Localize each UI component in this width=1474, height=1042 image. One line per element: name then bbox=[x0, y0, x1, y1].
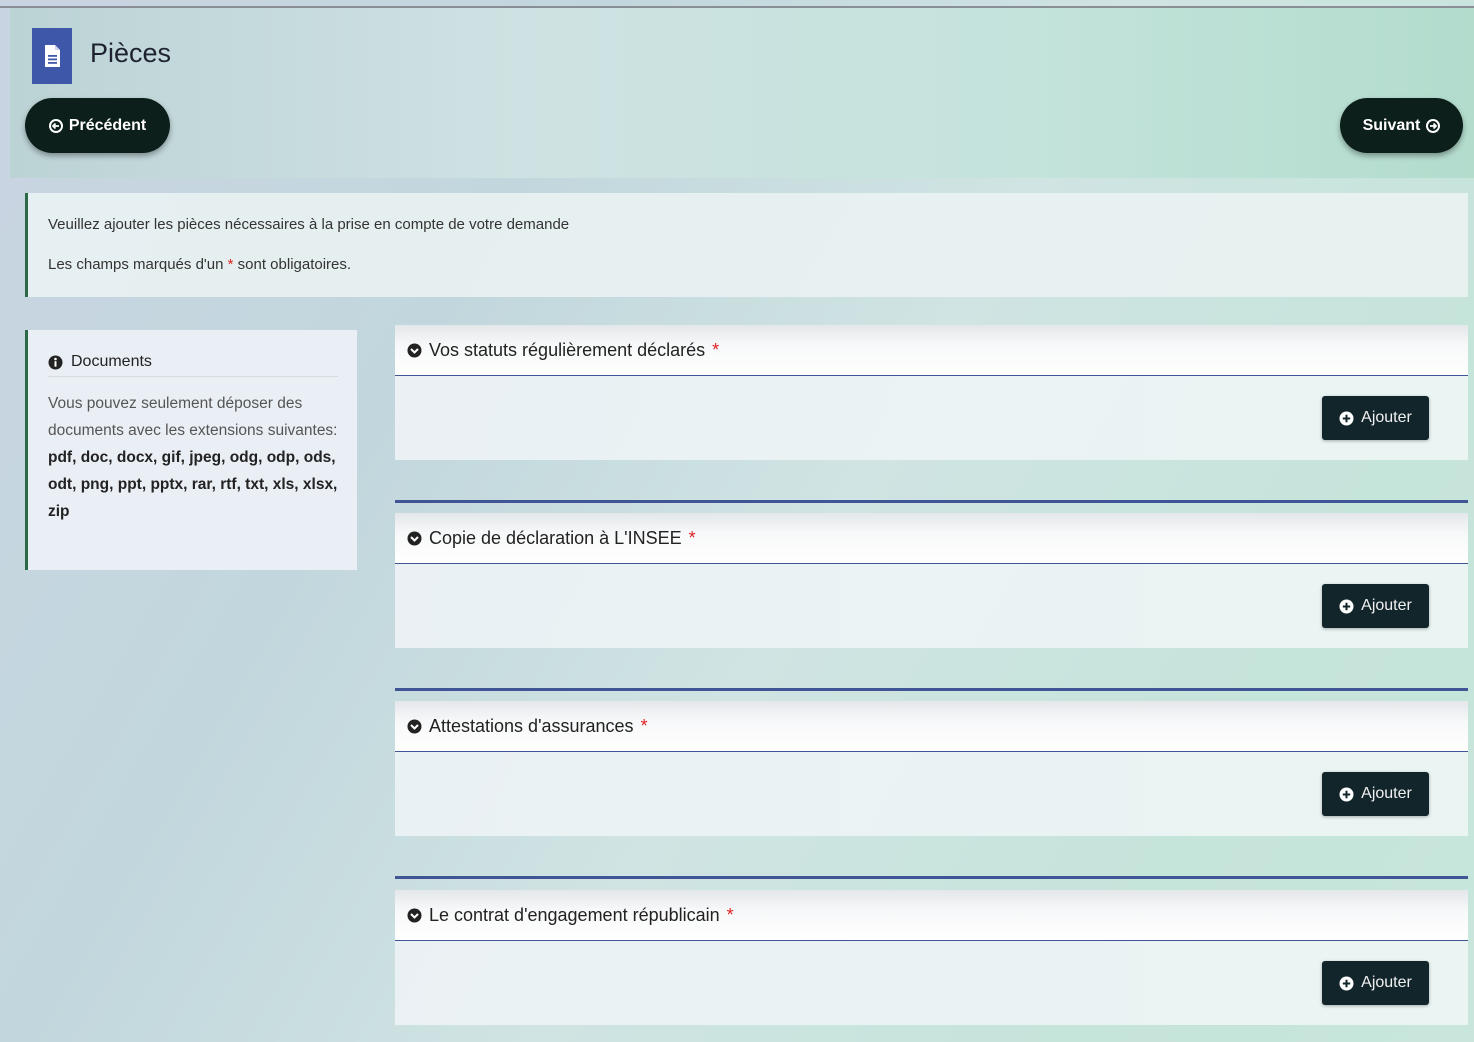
plus-circle-icon bbox=[1339, 976, 1354, 991]
required-note-after: sont obligatoires. bbox=[237, 256, 352, 273]
section-header[interactable]: Attestations d'assurances * bbox=[395, 701, 1468, 752]
add-button[interactable]: Ajouter bbox=[1322, 396, 1429, 440]
chevron-circle-down-icon bbox=[407, 531, 422, 546]
documents-info: Vous pouvez seulement déposer des docume… bbox=[48, 390, 348, 525]
plus-circle-icon bbox=[1339, 787, 1354, 802]
header-band bbox=[10, 8, 1474, 178]
required-asterisk: * bbox=[227, 256, 234, 273]
add-button-label: Ajouter bbox=[1361, 409, 1412, 426]
plus-circle-icon bbox=[1339, 411, 1354, 426]
next-label: Suivant bbox=[1362, 116, 1421, 134]
required-asterisk: * bbox=[688, 527, 696, 548]
add-button[interactable]: Ajouter bbox=[1322, 772, 1429, 816]
documents-panel: Documents Vous pouvez seulement déposer … bbox=[25, 330, 357, 570]
section-body: Ajouter bbox=[395, 564, 1468, 648]
info-box: Veuillez ajouter les pièces nécessaires … bbox=[25, 193, 1468, 297]
section-title: Copie de déclaration à L'INSEE bbox=[429, 527, 682, 548]
required-asterisk: * bbox=[640, 715, 648, 736]
plus-circle-icon bbox=[1339, 599, 1354, 614]
documents-heading: Documents bbox=[48, 348, 338, 377]
section-divider bbox=[395, 688, 1468, 691]
required-asterisk: * bbox=[712, 339, 720, 360]
section-body: Ajouter bbox=[395, 376, 1468, 460]
info-circle-icon bbox=[48, 355, 63, 370]
previous-label: Précédent bbox=[68, 116, 147, 134]
section-body: Ajouter bbox=[395, 752, 1468, 836]
add-button-label: Ajouter bbox=[1361, 785, 1412, 802]
add-button[interactable]: Ajouter bbox=[1322, 961, 1429, 1005]
section-divider bbox=[395, 500, 1468, 503]
info-required-note: Les champs marqués d'un * sont obligatoi… bbox=[48, 256, 351, 273]
previous-button[interactable]: Précédent bbox=[25, 98, 170, 153]
section-body: Ajouter bbox=[395, 941, 1468, 1025]
document-icon bbox=[32, 28, 72, 84]
section-title: Le contrat d'engagement républicain bbox=[429, 904, 720, 925]
page-title: Pièces bbox=[90, 38, 172, 68]
section-divider bbox=[395, 876, 1468, 879]
add-button-label: Ajouter bbox=[1361, 597, 1412, 614]
arrow-circle-left-icon bbox=[48, 118, 63, 133]
chevron-circle-down-icon bbox=[407, 908, 422, 923]
arrow-circle-right-icon bbox=[1426, 118, 1441, 133]
section-header[interactable]: Copie de déclaration à L'INSEE * bbox=[395, 513, 1468, 564]
chevron-circle-down-icon bbox=[407, 343, 422, 358]
section-title: Vos statuts régulièrement déclarés bbox=[429, 339, 706, 360]
required-asterisk: * bbox=[726, 904, 734, 925]
add-button-label: Ajouter bbox=[1361, 974, 1412, 991]
documents-extensions: pdf, doc, docx, gif, jpeg, odg, odp, ods… bbox=[48, 449, 338, 520]
documents-heading-label: Documents bbox=[71, 353, 152, 370]
chevron-circle-down-icon bbox=[407, 719, 422, 734]
section-header[interactable]: Le contrat d'engagement républicain * bbox=[395, 890, 1468, 941]
documents-description: Vous pouvez seulement déposer des docume… bbox=[48, 395, 338, 439]
add-button[interactable]: Ajouter bbox=[1322, 584, 1429, 628]
info-instruction: Veuillez ajouter les pièces nécessaires … bbox=[48, 216, 570, 233]
next-button[interactable]: Suivant bbox=[1340, 98, 1463, 153]
section-header[interactable]: Vos statuts régulièrement déclarés * bbox=[395, 325, 1468, 376]
required-note-before: Les champs marqués d'un bbox=[48, 256, 224, 273]
section-title: Attestations d'assurances bbox=[429, 715, 634, 736]
